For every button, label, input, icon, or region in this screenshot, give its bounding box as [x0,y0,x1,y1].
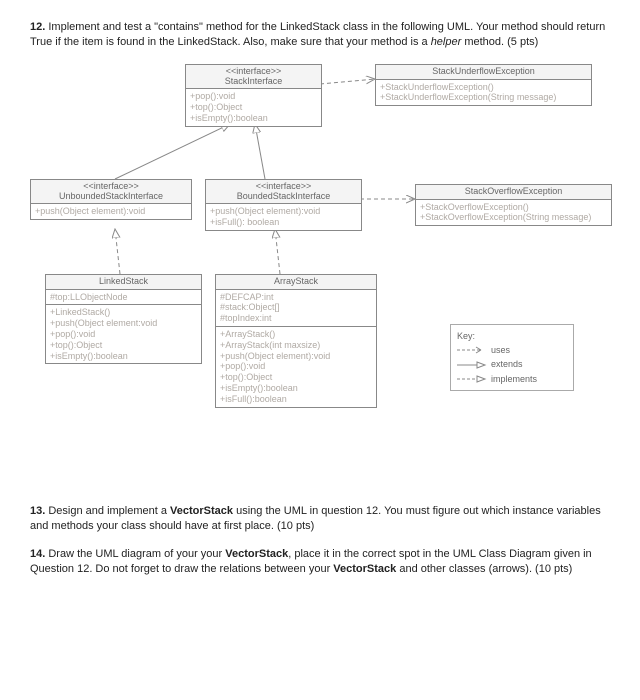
q14-num: 14. [30,548,45,560]
uml-diagram: <<interface>> StackInterface +pop():void… [30,64,610,484]
key-title: Key: [457,329,567,343]
methods: +pop():void +top():Object +isEmpty():boo… [186,89,321,125]
class-name: StackUnderflowException [380,67,587,77]
legend-key: Key: uses extends implements [450,324,574,392]
methods: +StackOverflowException() +StackOverflow… [416,200,611,226]
q14-text-d: VectorStack [333,563,396,575]
class-name: LinkedStack [50,277,197,287]
class-name: StackInterface [190,77,317,87]
class-bounded-stack-interface: <<interface>> BoundedStackInterface +pus… [205,179,362,231]
methods: +StackUnderflowException() +StackUnderfl… [376,80,591,106]
q13-text-b: VectorStack [170,505,233,517]
q12-num: 12. [30,21,45,33]
class-array-stack: ArrayStack #DEFCAP:int #stack:Object[] #… [215,274,377,408]
uses-arrow-icon [457,345,487,355]
q14-text-e: and other classes (arrows). (10 pts) [396,563,572,575]
q13-num: 13. [30,505,45,517]
question-13: 13. Design and implement a VectorStack u… [30,504,610,534]
implements-arrow-icon [457,374,487,384]
class-name: ArrayStack [220,277,372,287]
extends-arrow-icon [457,360,487,370]
key-extends: extends [457,357,567,371]
methods: +LinkedStack() +push(Object element:void… [46,305,201,363]
class-name: BoundedStackInterface [210,192,357,202]
q13-text-a: Design and implement a [48,505,170,517]
q12-text-c: method. (5 pts) [461,36,538,48]
class-linked-stack: LinkedStack #top:LLObjectNode +LinkedSta… [45,274,202,365]
class-stack-interface: <<interface>> StackInterface +pop():void… [185,64,322,127]
class-stack-underflow-exception: StackUnderflowException +StackUnderflowE… [375,64,592,106]
methods: +push(Object element):void +isFull(): bo… [206,204,361,230]
class-stack-overflow-exception: StackOverflowException +StackOverflowExc… [415,184,612,226]
question-12: 12. Implement and test a "contains" meth… [30,20,610,50]
question-14: 14. Draw the UML diagram of your your Ve… [30,547,610,577]
methods: +ArrayStack() +ArrayStack(int maxsize) +… [216,327,376,407]
q12-text-b: helper [431,36,462,48]
attrs: #DEFCAP:int #stack:Object[] #topIndex:in… [216,290,376,327]
q14-text-a: Draw the UML diagram of your your [48,548,225,560]
key-implements: implements [457,372,567,386]
attrs: #top:LLObjectNode [46,290,201,306]
q14-text-b: VectorStack [225,548,288,560]
methods: +push(Object element):void [31,204,191,219]
class-name: UnboundedStackInterface [35,192,187,202]
class-name: StackOverflowException [420,187,607,197]
class-unbounded-stack-interface: <<interface>> UnboundedStackInterface +p… [30,179,192,221]
key-uses: uses [457,343,567,357]
